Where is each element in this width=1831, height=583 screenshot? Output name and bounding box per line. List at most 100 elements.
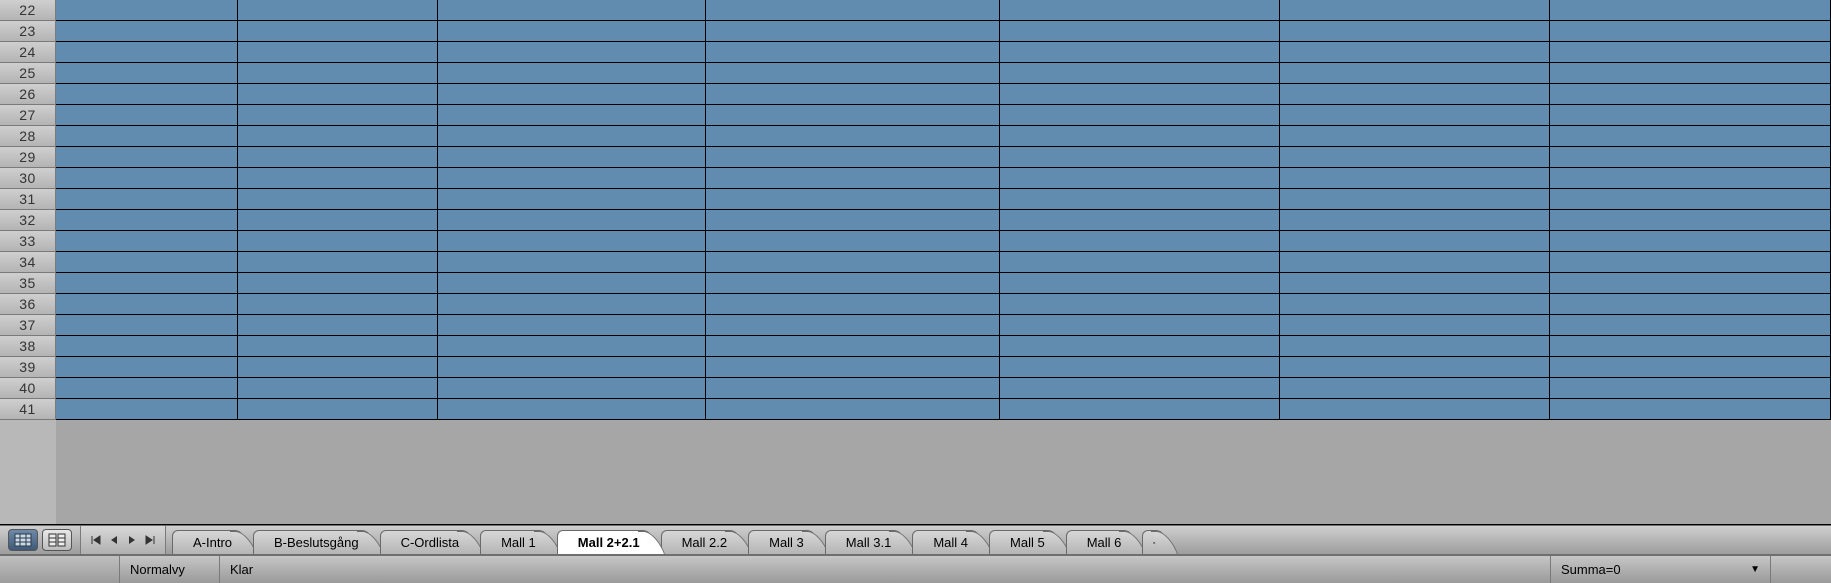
cell[interactable] (438, 21, 706, 42)
sheet-tab[interactable]: B-Beslutsgång (253, 530, 376, 554)
cell[interactable] (1280, 252, 1550, 273)
cell[interactable] (1550, 357, 1831, 378)
cell[interactable] (1280, 21, 1550, 42)
cell[interactable] (438, 189, 706, 210)
cell[interactable] (706, 336, 1000, 357)
cell[interactable] (1000, 336, 1280, 357)
cell[interactable] (1000, 168, 1280, 189)
cell[interactable] (56, 105, 238, 126)
normal-view-button[interactable] (8, 529, 38, 551)
cell[interactable] (56, 252, 238, 273)
row-header[interactable]: 39 (0, 357, 56, 378)
cell[interactable] (56, 231, 238, 252)
cell[interactable] (1550, 21, 1831, 42)
cell[interactable] (1280, 273, 1550, 294)
cell[interactable] (238, 42, 438, 63)
cell[interactable] (238, 63, 438, 84)
cell[interactable] (438, 105, 706, 126)
cell[interactable] (438, 0, 706, 21)
cell-grid[interactable] (56, 0, 1831, 524)
cell[interactable] (56, 84, 238, 105)
cell[interactable] (1550, 210, 1831, 231)
cell[interactable] (706, 168, 1000, 189)
row-header[interactable]: 26 (0, 84, 56, 105)
cell[interactable] (706, 147, 1000, 168)
sheet-tab[interactable]: Mall 1 (480, 530, 553, 554)
cell[interactable] (438, 126, 706, 147)
cell[interactable] (238, 105, 438, 126)
cell[interactable] (56, 273, 238, 294)
row-header[interactable]: 33 (0, 231, 56, 252)
cell[interactable] (706, 378, 1000, 399)
row-header[interactable]: 41 (0, 399, 56, 420)
cell[interactable] (1280, 105, 1550, 126)
cell[interactable] (438, 147, 706, 168)
cell[interactable] (1000, 21, 1280, 42)
row-header[interactable]: 27 (0, 105, 56, 126)
cell[interactable] (1000, 378, 1280, 399)
sheet-tab[interactable]: Mall 3 (748, 530, 821, 554)
cell[interactable] (238, 189, 438, 210)
cell[interactable] (1000, 63, 1280, 84)
cell[interactable] (238, 294, 438, 315)
cell[interactable] (706, 84, 1000, 105)
cell[interactable] (56, 42, 238, 63)
cell[interactable] (1550, 147, 1831, 168)
cell[interactable] (706, 63, 1000, 84)
cell[interactable] (238, 252, 438, 273)
row-header[interactable]: 23 (0, 21, 56, 42)
cell[interactable] (56, 63, 238, 84)
row-header[interactable]: 32 (0, 210, 56, 231)
last-sheet-button[interactable] (141, 530, 159, 550)
cell[interactable] (1550, 84, 1831, 105)
row-header[interactable]: 40 (0, 378, 56, 399)
cell[interactable] (238, 168, 438, 189)
cell[interactable] (1550, 0, 1831, 21)
cell[interactable] (706, 273, 1000, 294)
cell[interactable] (706, 189, 1000, 210)
cell[interactable] (438, 252, 706, 273)
cell[interactable] (1550, 105, 1831, 126)
cell[interactable] (1550, 42, 1831, 63)
cell[interactable] (1550, 189, 1831, 210)
cell[interactable] (1000, 252, 1280, 273)
cell[interactable] (1000, 210, 1280, 231)
cell[interactable] (1000, 399, 1280, 420)
cell[interactable] (238, 210, 438, 231)
sheet-tab[interactable]: Mall 5 (989, 530, 1062, 554)
cell[interactable] (238, 126, 438, 147)
row-header[interactable]: 31 (0, 189, 56, 210)
cell[interactable] (438, 42, 706, 63)
cell[interactable] (1280, 0, 1550, 21)
sheet-tab[interactable]: Mall 2.2 (661, 530, 745, 554)
cell[interactable] (1550, 168, 1831, 189)
cell[interactable] (1000, 147, 1280, 168)
cell[interactable] (1550, 63, 1831, 84)
cell[interactable] (238, 231, 438, 252)
cell[interactable] (1550, 294, 1831, 315)
cell[interactable] (1000, 126, 1280, 147)
cell[interactable] (706, 231, 1000, 252)
cell[interactable] (706, 315, 1000, 336)
row-header[interactable]: 34 (0, 252, 56, 273)
cell[interactable] (1000, 189, 1280, 210)
cell[interactable] (438, 84, 706, 105)
cell[interactable] (438, 336, 706, 357)
cell[interactable] (56, 399, 238, 420)
cell[interactable] (1280, 84, 1550, 105)
cell[interactable] (56, 378, 238, 399)
cell[interactable] (1000, 294, 1280, 315)
cell[interactable] (1550, 378, 1831, 399)
cell[interactable] (1280, 231, 1550, 252)
cell[interactable] (56, 357, 238, 378)
cell[interactable] (438, 378, 706, 399)
cell[interactable] (1000, 84, 1280, 105)
cell[interactable] (56, 21, 238, 42)
cell[interactable] (56, 189, 238, 210)
sheet-tab[interactable]: C-Ordlista (380, 530, 477, 554)
cell[interactable] (238, 21, 438, 42)
cell[interactable] (706, 399, 1000, 420)
cell[interactable] (238, 84, 438, 105)
row-header[interactable]: 38 (0, 336, 56, 357)
cell[interactable] (1550, 399, 1831, 420)
